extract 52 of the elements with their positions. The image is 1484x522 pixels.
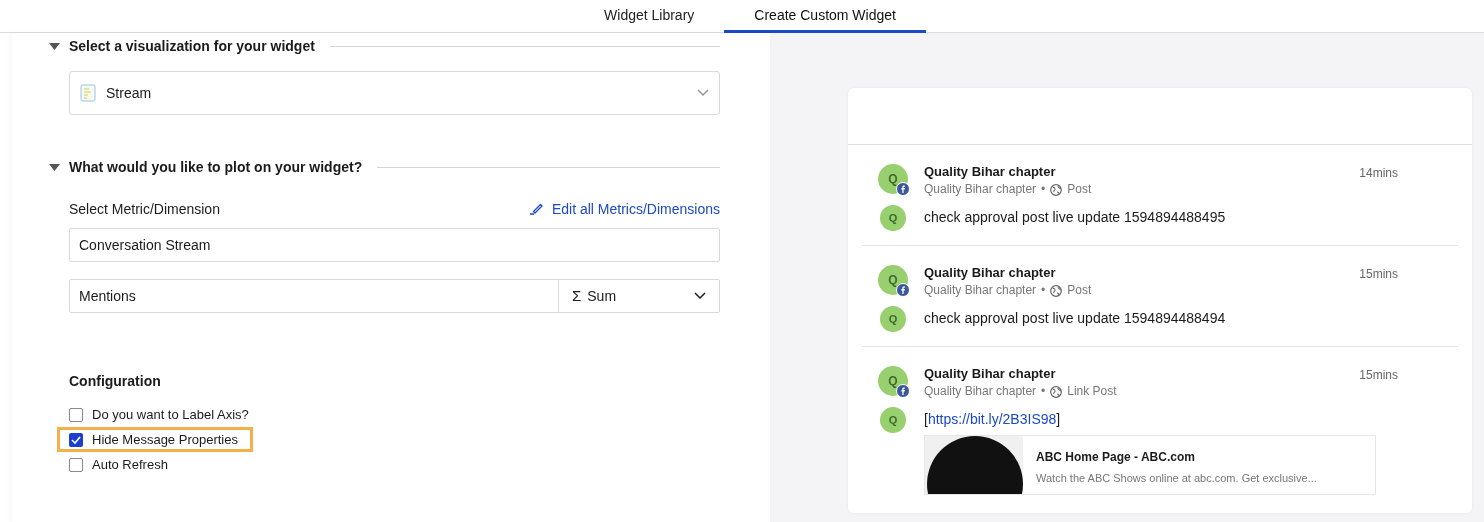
author-name[interactable]: Quality Bihar chapter bbox=[924, 366, 1056, 384]
tab[interactable]: Widget Library bbox=[574, 0, 725, 33]
checkbox[interactable] bbox=[69, 407, 83, 422]
caret-icon[interactable] bbox=[49, 42, 60, 50]
facebook-icon bbox=[896, 384, 910, 398]
separator-dot: • bbox=[1041, 384, 1046, 399]
section-title: What would you like to plot on your widget? bbox=[69, 157, 363, 177]
separator-dot: • bbox=[1041, 182, 1046, 197]
bracket: ] bbox=[1056, 410, 1061, 429]
separator-dot: • bbox=[1041, 283, 1046, 298]
checkbox-option[interactable]: Do you want to Label Axis? bbox=[69, 402, 249, 427]
avatar: Q bbox=[880, 407, 906, 433]
document-icon bbox=[80, 84, 96, 102]
checkbox[interactable] bbox=[69, 432, 83, 447]
globe-icon bbox=[1050, 183, 1063, 196]
post-time: 15mins bbox=[1359, 266, 1398, 283]
bracket: [ bbox=[924, 410, 928, 429]
visualization-select[interactable]: Stream bbox=[69, 71, 720, 115]
message-text: check approval post live update 1594894488495 bbox=[924, 208, 1226, 227]
field-label: Select Metric/Dimension bbox=[69, 199, 220, 219]
check-icon bbox=[71, 435, 81, 444]
source-name: Quality Bihar chapter bbox=[924, 182, 1037, 197]
post-time: 15mins bbox=[1359, 367, 1398, 384]
avatar: Q bbox=[880, 205, 906, 231]
source-name: Quality Bihar chapter bbox=[924, 283, 1037, 298]
message-text: check approval post live update 1594894488494 bbox=[924, 309, 1226, 328]
facebook-icon bbox=[896, 283, 910, 297]
select-value: Stream bbox=[106, 83, 153, 103]
edit-link[interactable]: Edit all Metrics/Dimensions bbox=[529, 198, 720, 220]
avatar: Q bbox=[880, 306, 906, 332]
post-type: Post bbox=[1067, 182, 1092, 197]
author-name[interactable]: Quality Bihar chapter bbox=[924, 265, 1056, 283]
section-title: Select a visualization for your widget bbox=[69, 36, 315, 56]
configuration-title: Configuration bbox=[69, 372, 162, 391]
preview-description: Watch the ABC Shows online at abc.com. Get exclusive... bbox=[1036, 471, 1317, 486]
post-type: Link Post bbox=[1067, 384, 1117, 399]
globe-icon bbox=[1050, 385, 1063, 398]
checkbox[interactable] bbox=[69, 457, 83, 472]
source-name: Quality Bihar chapter bbox=[924, 384, 1037, 399]
caret-icon[interactable] bbox=[49, 163, 60, 171]
author-name[interactable]: Quality Bihar chapter bbox=[924, 164, 1056, 182]
link-preview[interactable]: ABC Home Page - ABC.com Watch the ABC Shows online at abc.com. Get exclusive... bbox=[924, 435, 1376, 495]
chevron-icon bbox=[697, 89, 709, 97]
facebook-icon bbox=[896, 182, 910, 196]
post-time: 14mins bbox=[1359, 165, 1398, 182]
pencil-icon bbox=[529, 203, 544, 215]
checkbox-option[interactable]: Auto Refresh bbox=[69, 452, 168, 477]
preview-title: ABC Home Page - ABC.com bbox=[1036, 449, 1196, 466]
checkbox-option[interactable]: Hide Message Properties bbox=[57, 427, 253, 452]
post-type: Post bbox=[1067, 283, 1092, 298]
globe-icon bbox=[1050, 284, 1063, 297]
metric-field[interactable]: Conversation Stream bbox=[69, 228, 720, 262]
